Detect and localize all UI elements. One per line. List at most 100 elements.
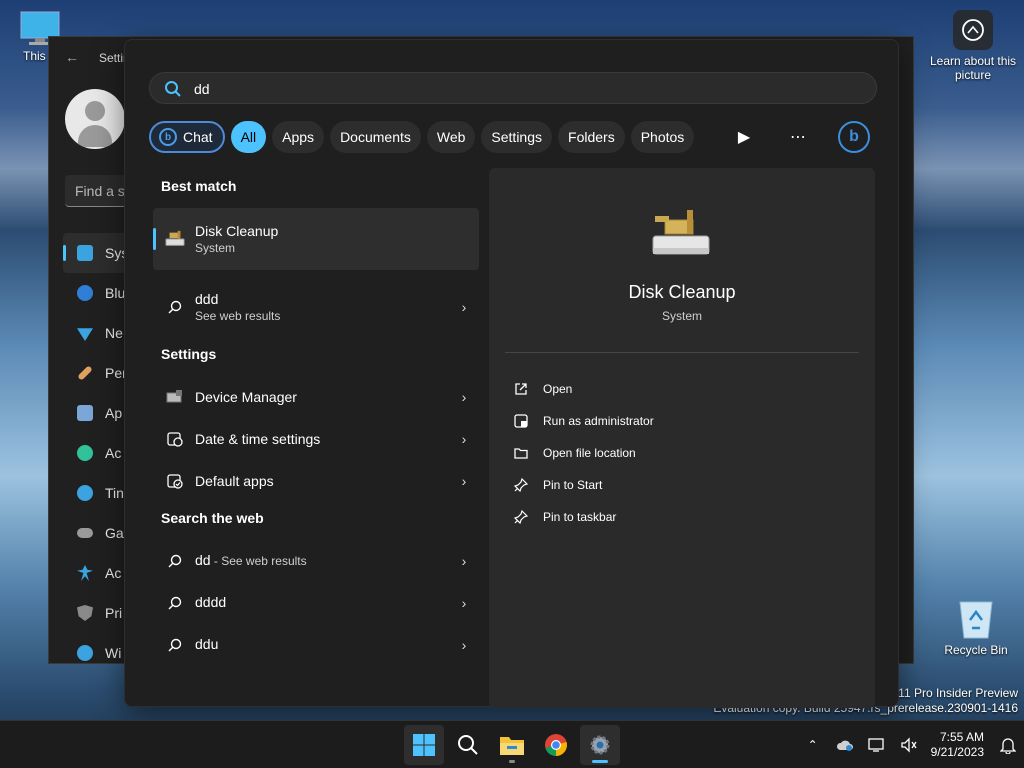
- result-title: ddu: [195, 636, 219, 652]
- detail-app-type: System: [661, 309, 702, 323]
- settings-nav-item-network[interactable]: Ne: [63, 313, 133, 353]
- recycle-bin-desktop-icon[interactable]: Recycle Bin: [936, 596, 1016, 657]
- action-run-as-admin[interactable]: Run as administrator: [513, 405, 654, 437]
- recycle-bin-icon: [959, 601, 993, 639]
- chevron-right-icon: ›: [461, 595, 467, 611]
- filter-label: Apps: [282, 129, 315, 145]
- chevron-right-icon: ›: [461, 473, 467, 489]
- back-arrow-icon[interactable]: ←: [65, 49, 79, 65]
- camera-icon: [953, 10, 993, 50]
- clock[interactable]: 7:55 AM 9/21/2023: [925, 730, 992, 760]
- recycle-bin-label: Recycle Bin: [944, 643, 1008, 657]
- settings-nav-item-system[interactable]: Sys: [63, 233, 133, 273]
- taskbar-search-button[interactable]: [448, 725, 488, 765]
- wifi-icon: [77, 328, 93, 341]
- filter-web[interactable]: Web: [426, 121, 476, 153]
- nav-label: Wi: [105, 645, 122, 661]
- chevron-right-icon: ›: [461, 637, 467, 653]
- notification-bell-icon[interactable]: [992, 721, 1024, 768]
- nav-label: Ne: [105, 325, 123, 341]
- bing-chat-icon[interactable]: b: [838, 121, 870, 153]
- filter-documents[interactable]: Documents: [330, 121, 421, 153]
- search-filters: b Chat All Apps Documents Web Settings Fo…: [149, 121, 695, 153]
- learn-label: Learn about this picture: [929, 54, 1017, 82]
- filter-folders[interactable]: Folders: [558, 121, 625, 153]
- action-pin-to-taskbar[interactable]: Pin to taskbar: [513, 501, 654, 533]
- chevron-up-icon[interactable]: ⌃: [797, 721, 829, 768]
- detail-actions: Open Run as administrator Open file loca…: [513, 373, 654, 533]
- web-result-dddd[interactable]: dddd ›: [153, 582, 479, 624]
- play-more-filters-icon[interactable]: ▶: [730, 121, 758, 153]
- filter-label: Chat: [183, 129, 213, 145]
- web-suggestion-result[interactable]: ddd See web results ›: [153, 276, 479, 338]
- nav-label: Tin: [105, 485, 124, 501]
- accessibility-icon: [77, 565, 93, 581]
- avatar[interactable]: [65, 89, 125, 149]
- settings-nav-item-windows-update[interactable]: Wi: [63, 633, 133, 673]
- onedrive-cloud-icon[interactable]: [829, 721, 861, 768]
- settings-result-device-manager[interactable]: Device Manager ›: [153, 376, 479, 418]
- search-icon: [165, 81, 181, 97]
- system-tray: ⌃ 7:55 AM 9/21/2023: [797, 721, 1024, 768]
- action-open[interactable]: Open: [513, 373, 654, 405]
- clock-date: 9/21/2023: [930, 745, 984, 759]
- nav-label: Blu: [105, 285, 126, 301]
- filter-all[interactable]: All: [230, 121, 267, 153]
- filter-controls: ▶ ⋯ b: [730, 121, 870, 153]
- search-input[interactable]: [194, 79, 794, 99]
- filter-label: Web: [436, 129, 466, 145]
- open-external-icon: [513, 381, 529, 397]
- filter-apps[interactable]: Apps: [272, 121, 325, 153]
- speaker-muted-icon[interactable]: [893, 721, 925, 768]
- settings-nav: Sys Blu Ne Per Ap Ac Tin Ga Ac Pri Wi: [63, 233, 133, 673]
- settings-result-date-time[interactable]: Date & time settings ›: [153, 418, 479, 460]
- chevron-right-icon: ›: [461, 431, 467, 447]
- settings-nav-item-accessibility[interactable]: Ac: [63, 553, 133, 593]
- start-button[interactable]: [404, 725, 444, 765]
- nav-label: Ga: [105, 525, 124, 541]
- settings-nav-item-time[interactable]: Tin: [63, 473, 133, 513]
- search-panel: b Chat All Apps Documents Web Settings Fo…: [124, 39, 899, 708]
- action-pin-to-start[interactable]: Pin to Start: [513, 469, 654, 501]
- bluetooth-icon: [77, 285, 93, 301]
- web-result-dd[interactable]: dd - See web results ›: [153, 540, 479, 582]
- action-label: Run as administrator: [543, 414, 654, 428]
- action-label: Pin to Start: [543, 478, 603, 492]
- web-result-ddu[interactable]: ddu ›: [153, 624, 479, 666]
- settings-nav-item-accounts[interactable]: Ac: [63, 433, 133, 473]
- network-monitor-icon[interactable]: [861, 721, 893, 768]
- search-box[interactable]: [149, 72, 877, 104]
- result-subtitle: System: [195, 241, 236, 255]
- result-title: Disk Cleanup: [195, 223, 279, 239]
- filter-label: Photos: [640, 129, 685, 145]
- nav-label: Ac: [105, 445, 122, 461]
- filter-label: Settings: [491, 129, 543, 145]
- filter-label: Documents: [340, 129, 411, 145]
- result-title: ddd: [195, 291, 219, 307]
- chrome-button[interactable]: [536, 725, 576, 765]
- filter-label: Folders: [568, 129, 615, 145]
- learn-about-picture-icon[interactable]: Learn about this picture: [928, 10, 1018, 82]
- settings-nav-item-apps[interactable]: Ap: [63, 393, 133, 433]
- filter-photos[interactable]: Photos: [630, 121, 695, 153]
- disk-cleanup-large-icon: [652, 210, 710, 255]
- file-explorer-button[interactable]: [492, 725, 532, 765]
- settings-nav-item-bluetooth[interactable]: Blu: [63, 273, 133, 313]
- action-label: Open: [543, 382, 573, 396]
- date-time-icon: [165, 431, 185, 447]
- settings-result-default-apps[interactable]: Default apps ›: [153, 460, 479, 502]
- filter-chat[interactable]: b Chat: [149, 121, 225, 153]
- more-options-icon[interactable]: ⋯: [784, 121, 812, 153]
- taskbar: ⌃ 7:55 AM 9/21/2023: [0, 720, 1024, 768]
- filter-settings[interactable]: Settings: [481, 121, 553, 153]
- settings-nav-item-privacy[interactable]: Pri: [63, 593, 133, 633]
- action-open-file-location[interactable]: Open file location: [513, 437, 654, 469]
- settings-nav-item-personalization[interactable]: Per: [63, 353, 133, 393]
- disk-cleanup-icon: [165, 230, 185, 248]
- result-subtitle: See web results: [195, 309, 281, 323]
- settings-taskbar-button[interactable]: [580, 725, 620, 765]
- nav-label: Ap: [105, 405, 123, 421]
- best-match-result[interactable]: Disk Cleanup System: [153, 208, 479, 270]
- bing-icon: b: [159, 128, 177, 146]
- settings-nav-item-gaming[interactable]: Ga: [63, 513, 133, 553]
